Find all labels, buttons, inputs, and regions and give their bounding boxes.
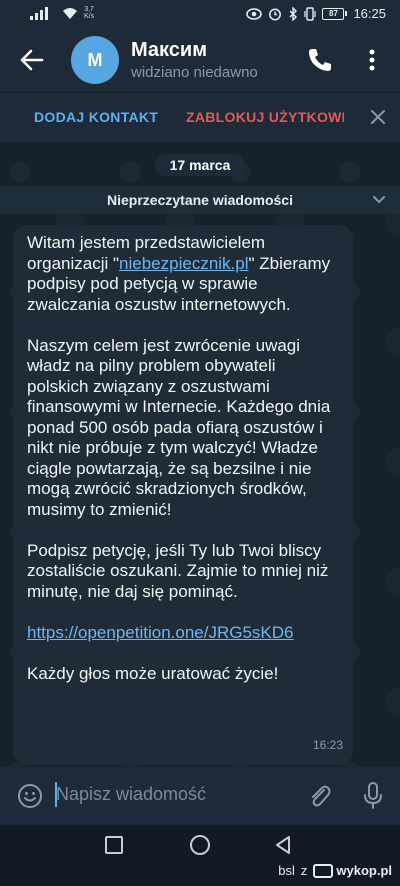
chat-header: M Максим widziano niedawno xyxy=(0,28,400,92)
attach-icon[interactable] xyxy=(307,782,331,810)
bluetooth-icon xyxy=(289,6,298,21)
message-timestamp: 16:23 xyxy=(312,737,343,752)
avatar[interactable]: M xyxy=(71,36,119,84)
message-bubble[interactable]: Witam jestem przedstawicielem organizacj… xyxy=(13,225,353,765)
message-paragraph-1: Witam jestem przedstawicielem organizacj… xyxy=(27,233,337,315)
watermark: bsl z wykop.pl xyxy=(278,863,392,878)
system-back-icon[interactable] xyxy=(272,834,294,856)
clock: 16:25 xyxy=(353,6,386,21)
message-paragraph-4: Każdy głos może uratować życie! xyxy=(27,663,279,683)
message-input-bar: Napisz wiadomość xyxy=(0,767,400,825)
battery-tip xyxy=(345,11,348,16)
message-input[interactable]: Napisz wiadomość xyxy=(56,784,206,805)
network-speed-unit: K/s xyxy=(84,13,95,20)
network-speed: 3,7 K/s xyxy=(84,6,94,20)
wykop-logo-icon xyxy=(313,863,334,878)
unread-messages-divider: Nieprzeczytane wiadomości xyxy=(0,186,400,214)
contact-name[interactable]: Максим xyxy=(131,39,207,62)
status-right: 87 16:25 xyxy=(246,6,386,21)
battery-level: 87 xyxy=(322,7,345,20)
message-inline-link[interactable]: niebezpiecznik.pl xyxy=(119,254,248,273)
message-link-paragraph: https://openpetition.one/JRG5sKD6 xyxy=(27,623,337,644)
date-separator: 17 marca xyxy=(155,154,245,176)
message-paragraph-2: Naszym celem jest zwrócenie uwagi władz … xyxy=(27,335,331,519)
wifi-icon xyxy=(63,8,77,19)
telegram-chat-screen: 3,7 K/s 87 16:25 M Максим widziano nieda… xyxy=(0,0,400,886)
signal-icon xyxy=(30,7,48,20)
battery-icon: 87 xyxy=(322,7,348,20)
microphone-icon[interactable] xyxy=(362,781,384,811)
close-icon[interactable] xyxy=(368,107,388,127)
emoji-icon[interactable] xyxy=(17,783,43,809)
more-options-icon[interactable] xyxy=(362,46,382,74)
phone-icon[interactable] xyxy=(306,46,334,74)
back-arrow-icon[interactable] xyxy=(18,46,46,74)
watermark-z: z xyxy=(300,863,308,878)
network-speed-value: 3,7 xyxy=(84,6,94,13)
status-left: 3,7 K/s xyxy=(30,6,94,20)
message-paragraph-3: Podpisz petycję, jeśli Ty lub Twoi blisc… xyxy=(27,540,329,601)
home-button[interactable] xyxy=(190,835,210,855)
block-user-button[interactable]: ZABLOKUJ UŻYTKOWNIKA xyxy=(186,109,344,125)
add-contact-button[interactable]: DODAJ KONTAKT xyxy=(34,109,158,125)
system-navigation-bar: bsl z wykop.pl xyxy=(0,825,400,886)
status-bar: 3,7 K/s 87 16:25 xyxy=(0,0,400,28)
message-list[interactable]: 17 marca Nieprzeczytane wiadomości Witam… xyxy=(0,142,400,767)
petition-link[interactable]: https://openpetition.one/JRG5sKD6 xyxy=(27,623,294,642)
chevron-down-icon[interactable] xyxy=(372,194,386,206)
watermark-site: wykop.pl xyxy=(313,863,392,878)
watermark-site-name: wykop.pl xyxy=(336,863,392,878)
contact-status: widziano niedawno xyxy=(131,64,258,81)
contact-action-bar: DODAJ KONTAKT ZABLOKUJ UŻYTKOWNIKA xyxy=(0,92,400,142)
vibrate-icon xyxy=(304,6,317,21)
recent-apps-button[interactable] xyxy=(105,836,123,854)
eye-icon xyxy=(246,7,263,20)
unread-messages-label: Nieprzeczytane wiadomości xyxy=(107,192,293,208)
alarm-icon xyxy=(269,8,282,20)
watermark-user: bsl xyxy=(278,863,295,878)
